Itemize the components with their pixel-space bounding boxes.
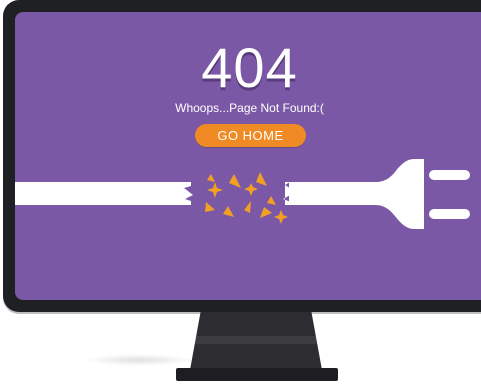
monitor-stand-highlight <box>190 336 322 344</box>
broken-cable-icon <box>15 182 193 205</box>
stand-shadow <box>84 354 194 366</box>
page-scene: 404 Whoops...Page Not Found:( GO HOME <box>0 0 481 385</box>
go-home-button[interactable]: GO HOME <box>195 124 306 147</box>
monitor-stand-base <box>176 368 338 381</box>
error-message: Whoops...Page Not Found:( <box>175 101 324 115</box>
broken-cable-right-icon <box>283 182 384 205</box>
monitor-frame: 404 Whoops...Page Not Found:( GO HOME <box>3 0 481 312</box>
plug-prong-top-icon <box>429 170 470 180</box>
error-code: 404 <box>201 36 298 99</box>
power-plug-icon <box>375 159 424 229</box>
spark-icon <box>205 172 288 224</box>
plug-prong-bottom-icon <box>429 209 470 219</box>
monitor-screen: 404 Whoops...Page Not Found:( GO HOME <box>15 12 481 300</box>
